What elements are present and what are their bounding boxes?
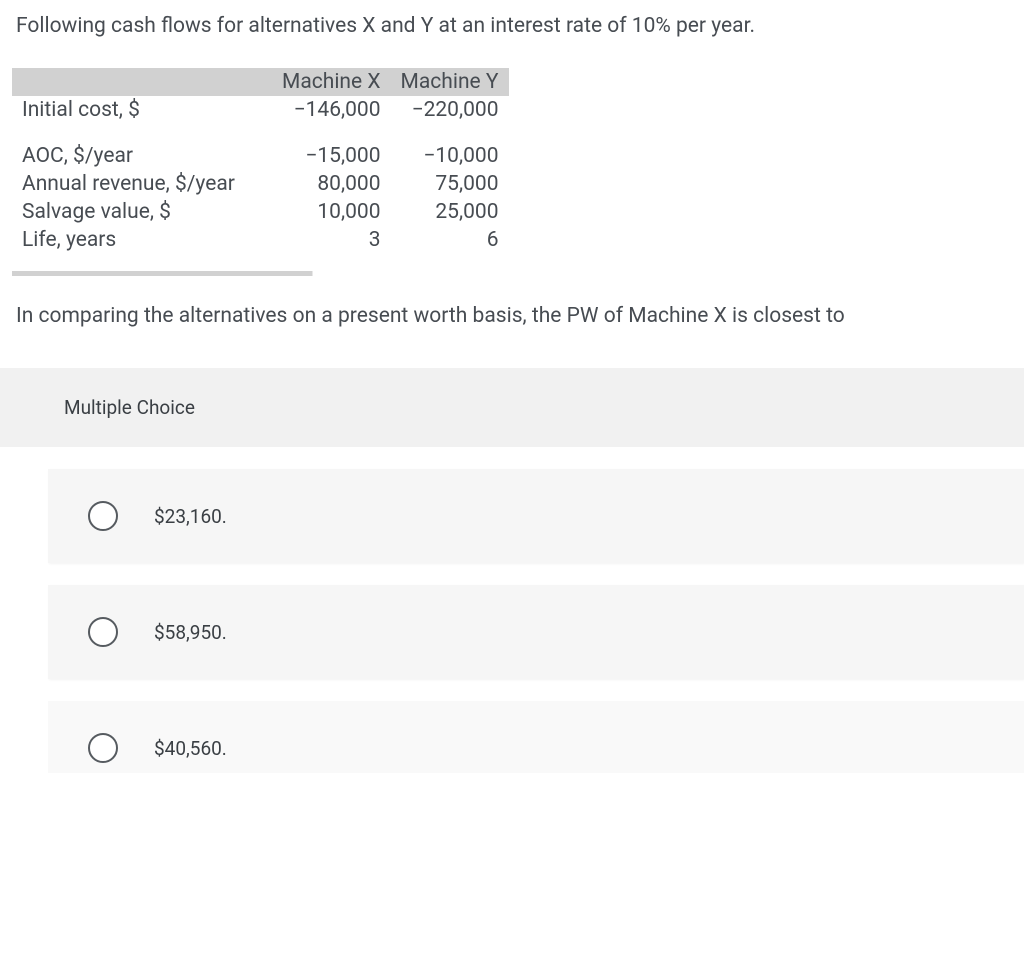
question-intro: Following cash flows for alternatives X … [0, 0, 1024, 58]
option-label: $58,950. [154, 621, 227, 644]
row-y: −220,000 [391, 96, 509, 124]
row-label: AOC, $/year [12, 142, 272, 170]
options-group: $23,160. $58,950. $40,560. [0, 469, 1024, 773]
table-row: Life, years 3 6 [12, 226, 509, 254]
header-machine-y: Machine Y [391, 68, 509, 96]
table-row: Annual revenue, $/year 80,000 75,000 [12, 170, 509, 198]
row-y: 6 [391, 226, 509, 254]
table-row: AOC, $/year −15,000 −10,000 [12, 142, 509, 170]
option-c[interactable]: $40,560. [48, 701, 1024, 773]
row-x: 10,000 [272, 198, 391, 226]
row-y: 25,000 [391, 198, 509, 226]
option-label: $23,160. [154, 505, 227, 528]
option-label: $40,560. [154, 737, 227, 760]
cashflow-table: Machine X Machine Y Initial cost, $ −146… [0, 58, 509, 254]
option-b[interactable]: $58,950. [48, 585, 1024, 679]
question-text: In comparing the alternatives on a prese… [0, 276, 1024, 368]
row-label: Initial cost, $ [12, 96, 272, 124]
row-label: Life, years [12, 226, 272, 254]
row-x: −15,000 [272, 142, 391, 170]
row-x: 80,000 [272, 170, 391, 198]
table-header-row: Machine X Machine Y [12, 68, 509, 96]
option-a[interactable]: $23,160. [48, 469, 1024, 563]
row-y: −10,000 [391, 142, 509, 170]
row-label: Annual revenue, $/year [12, 170, 272, 198]
header-machine-x: Machine X [272, 68, 391, 96]
row-x: 3 [272, 226, 391, 254]
table-row: Initial cost, $ −146,000 −220,000 [12, 96, 509, 124]
table-row: Salvage value, $ 10,000 25,000 [12, 198, 509, 226]
multiple-choice-header: Multiple Choice [0, 368, 1024, 447]
radio-icon[interactable] [88, 733, 118, 763]
spacer [12, 124, 509, 142]
row-y: 75,000 [391, 170, 509, 198]
row-label: Salvage value, $ [12, 198, 272, 226]
radio-icon[interactable] [88, 617, 118, 647]
header-blank [12, 68, 272, 96]
row-x: −146,000 [272, 96, 391, 124]
radio-icon[interactable] [88, 501, 118, 531]
